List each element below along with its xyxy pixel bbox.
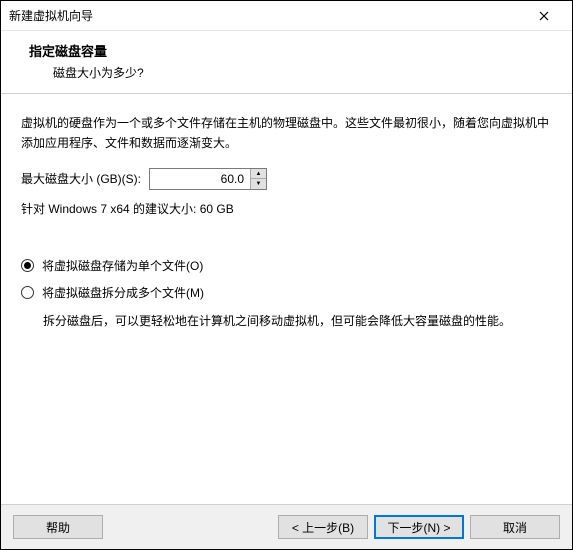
wizard-window: 新建虚拟机向导 指定磁盘容量 磁盘大小为多少? 虚拟机的硬盘作为一个或多个文件存… bbox=[0, 0, 573, 550]
back-button[interactable]: < 上一步(B) bbox=[278, 515, 368, 539]
wizard-header: 指定磁盘容量 磁盘大小为多少? bbox=[1, 31, 572, 94]
next-button[interactable]: 下一步(N) > bbox=[374, 515, 464, 539]
disk-size-input[interactable] bbox=[150, 169, 250, 189]
disk-size-spinner: ▲ ▼ bbox=[149, 168, 267, 190]
close-icon bbox=[539, 11, 549, 21]
spinner-down-button[interactable]: ▼ bbox=[251, 179, 266, 189]
close-button[interactable] bbox=[524, 2, 564, 30]
radio-split-label: 将虚拟磁盘拆分成多个文件(M) bbox=[42, 284, 204, 301]
disk-size-label: 最大磁盘大小 (GB)(S): bbox=[21, 170, 141, 187]
help-button[interactable]: 帮助 bbox=[13, 515, 103, 539]
radio-single-file[interactable]: 将虚拟磁盘存储为单个文件(O) bbox=[21, 257, 552, 274]
disk-file-options: 将虚拟磁盘存储为单个文件(O) 将虚拟磁盘拆分成多个文件(M) 拆分磁盘后，可以… bbox=[21, 257, 552, 331]
header-subtitle: 磁盘大小为多少? bbox=[29, 64, 556, 81]
disk-size-row: 最大磁盘大小 (GB)(S): ▲ ▼ bbox=[21, 168, 552, 190]
wizard-footer: 帮助 < 上一步(B) 下一步(N) > 取消 bbox=[1, 504, 572, 549]
disk-description: 虚拟机的硬盘作为一个或多个文件存储在主机的物理磁盘中。这些文件最初很小，随着您向… bbox=[21, 113, 552, 154]
window-title: 新建虚拟机向导 bbox=[9, 7, 524, 24]
radio-icon bbox=[21, 259, 34, 272]
header-title: 指定磁盘容量 bbox=[29, 41, 556, 60]
disk-recommendation: 针对 Windows 7 x64 的建议大小: 60 GB bbox=[21, 200, 552, 217]
radio-icon bbox=[21, 286, 34, 299]
radio-single-label: 将虚拟磁盘存储为单个文件(O) bbox=[42, 257, 203, 274]
radio-split-hint: 拆分磁盘后，可以更轻松地在计算机之间移动虚拟机，但可能会降低大容量磁盘的性能。 bbox=[43, 311, 552, 331]
radio-split-files[interactable]: 将虚拟磁盘拆分成多个文件(M) bbox=[21, 284, 552, 301]
cancel-button[interactable]: 取消 bbox=[470, 515, 560, 539]
titlebar: 新建虚拟机向导 bbox=[1, 1, 572, 31]
spinner-up-button[interactable]: ▲ bbox=[251, 169, 266, 180]
wizard-body: 虚拟机的硬盘作为一个或多个文件存储在主机的物理磁盘中。这些文件最初很小，随着您向… bbox=[1, 94, 572, 504]
spinner-buttons: ▲ ▼ bbox=[250, 169, 266, 189]
